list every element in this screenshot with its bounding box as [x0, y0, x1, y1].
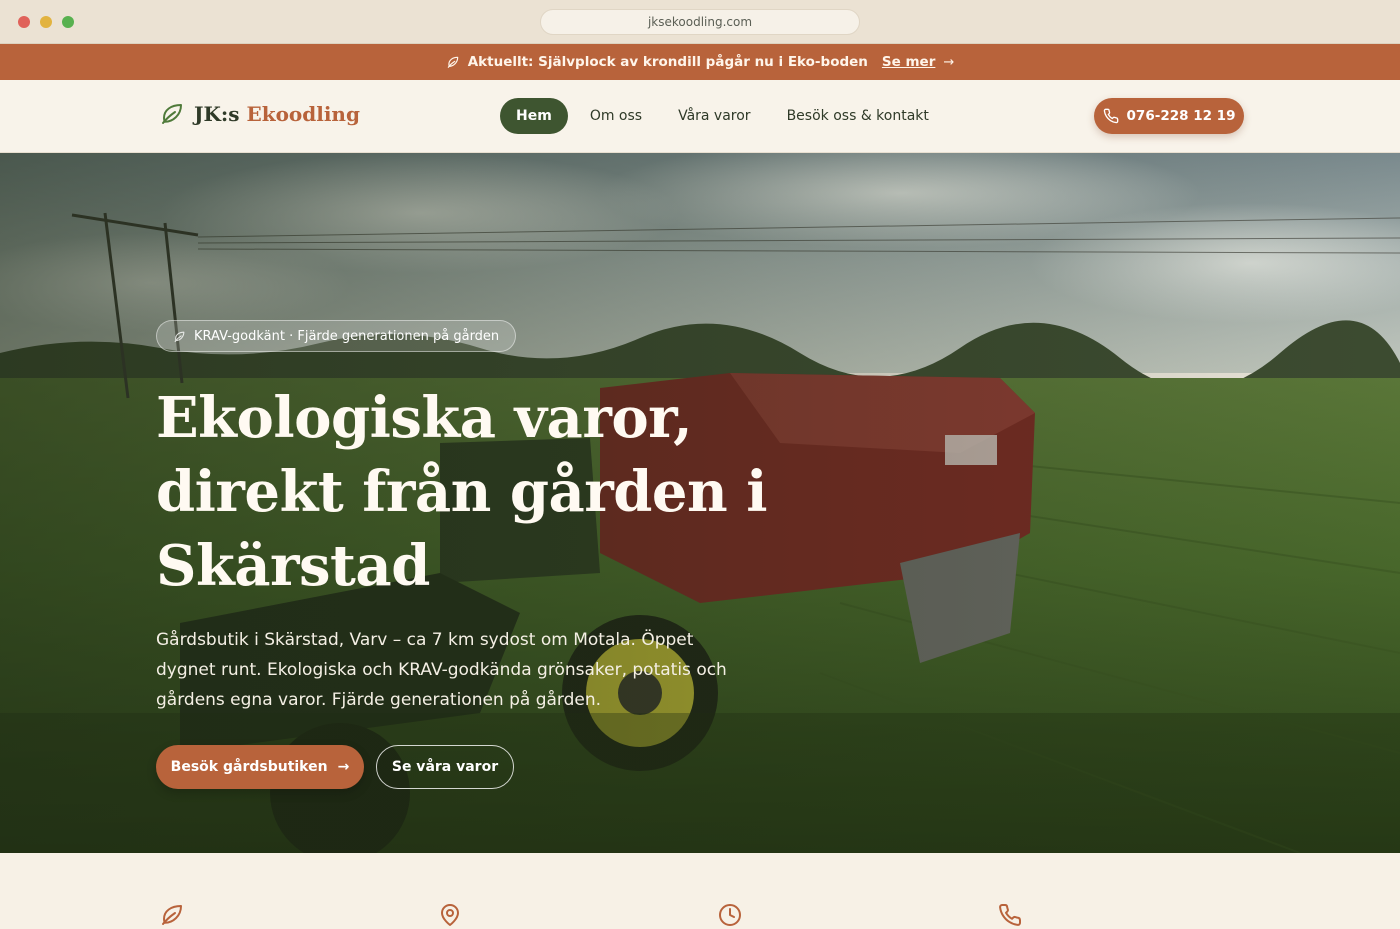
main-nav: Hem Om oss Våra varor Besök oss & kontak…: [500, 98, 947, 134]
announcement-bar: Aktuellt: Självplock av krondill pågår n…: [0, 44, 1400, 80]
nav-item-besok-kontakt[interactable]: Besök oss & kontakt: [769, 98, 947, 134]
visit-shop-button[interactable]: Besök gårdsbutiken →: [156, 745, 364, 789]
leaf-icon: [447, 56, 458, 68]
map-pin-icon: [441, 904, 459, 926]
krav-badge: KRAV-godkänt · Fjärde generationen på gå…: [156, 320, 517, 352]
announcement-link[interactable]: Se mer: [882, 54, 935, 70]
nav-item-vara-varor[interactable]: Våra varor: [660, 98, 769, 134]
leaf-icon: [162, 905, 182, 925]
phone-button[interactable]: 076-228 12 19: [1094, 98, 1244, 134]
arrow-right-icon: →: [943, 54, 955, 70]
nav-item-hem[interactable]: Hem: [500, 98, 568, 134]
clock-icon: [719, 904, 741, 926]
browser-chrome: jksekoodling.com: [0, 0, 1400, 44]
leaf-icon: [162, 104, 182, 124]
address-bar[interactable]: jksekoodling.com: [540, 9, 860, 35]
site-header: JK:s Ekoodling Hem Om oss Våra varor Bes…: [0, 80, 1400, 153]
phone-icon: [1103, 108, 1118, 124]
maximize-window-button[interactable]: [62, 16, 74, 28]
visit-shop-label: Besök gårdsbutiken: [170, 759, 328, 775]
hero-section: KRAV-godkänt · Fjärde generationen på gå…: [0, 153, 1400, 853]
hero-lead: Gårdsbutik i Skärstad, Varv – ca 7 km sy…: [156, 630, 727, 710]
nav-item-om-oss[interactable]: Om oss: [572, 98, 660, 134]
phone-icon: [999, 903, 1022, 926]
phone-number: 076-228 12 19: [1126, 108, 1236, 124]
site-logo[interactable]: JK:s Ekoodling: [160, 102, 360, 126]
hero-title: Ekologiska varor, direkt från gården i S…: [156, 385, 768, 599]
features-section: [0, 853, 1400, 929]
leaf-icon: [174, 331, 185, 342]
minimize-window-button[interactable]: [40, 16, 52, 28]
arrow-right-icon: →: [337, 759, 350, 775]
brand-name: JK:s Ekoodling: [194, 102, 360, 126]
see-products-button[interactable]: Se våra varor: [376, 745, 514, 789]
badge-text: KRAV-godkänt · Fjärde generationen på gå…: [194, 328, 500, 344]
announcement-text: Aktuellt: Självplock av krondill pågår n…: [467, 54, 868, 70]
close-window-button[interactable]: [18, 16, 30, 28]
